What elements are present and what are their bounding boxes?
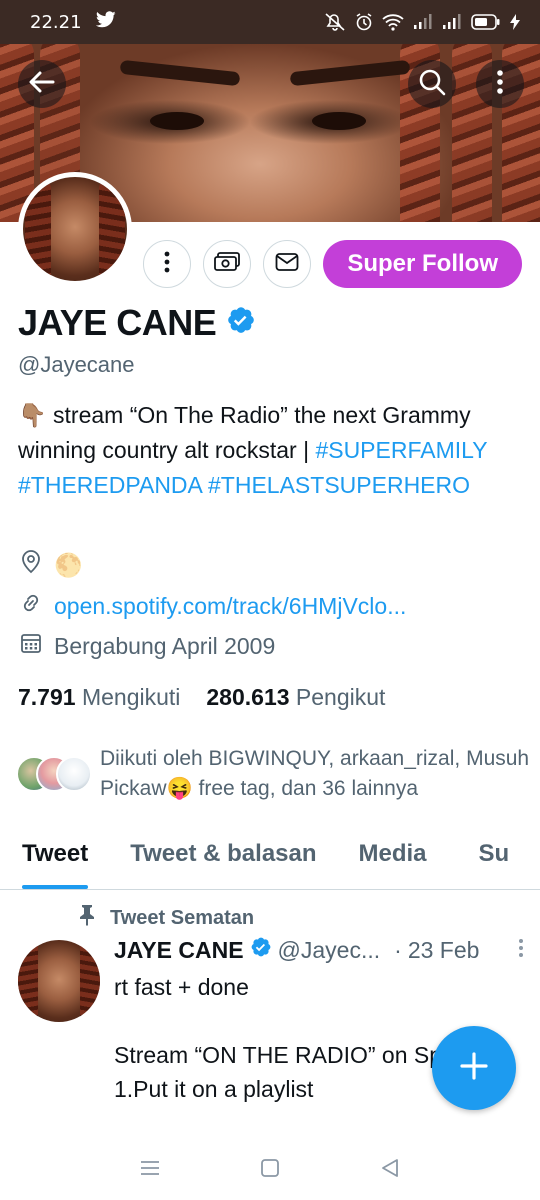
- profile-tabs: Tweet Tweet & balasan Media Su: [0, 826, 540, 890]
- profile-location: 🌕: [20, 550, 83, 580]
- search-icon: [418, 68, 446, 101]
- profile-handle: @Jayecane: [18, 352, 135, 377]
- profile-actions: Super Follow: [143, 240, 522, 288]
- followers-count: 280.613: [206, 684, 290, 710]
- pin-icon: [78, 904, 96, 932]
- mail-icon: [275, 252, 299, 277]
- tweet-author-name[interactable]: JAYE CANE: [114, 937, 244, 964]
- verified-badge-icon: [250, 936, 272, 964]
- location-text: 🌕: [54, 551, 83, 578]
- more-vertical-icon: [518, 937, 524, 963]
- banner-image-detail: [150, 112, 204, 130]
- profile-name: JAYE CANE: [18, 302, 256, 344]
- profile-counts: 7.791 Mengikuti 280.613 Pengikut: [18, 684, 385, 711]
- charging-icon: [510, 14, 520, 30]
- tab-label: Tweet & balasan: [130, 840, 317, 867]
- tweet-header: JAYE CANE @Jayec... · 23 Feb: [114, 936, 524, 964]
- tweet-author-avatar[interactable]: [18, 940, 100, 1022]
- mute-icon: [324, 13, 346, 31]
- bio-emoji: 👇🏽: [18, 402, 47, 428]
- tip-button[interactable]: [203, 240, 252, 288]
- following-link[interactable]: 7.791 Mengikuti: [18, 684, 180, 711]
- tab-label: Media: [358, 840, 427, 867]
- square-icon: [260, 1158, 280, 1182]
- back-button[interactable]: [18, 60, 66, 108]
- follower-avatars: [16, 756, 92, 800]
- tweet-more-button[interactable]: [518, 937, 524, 964]
- pinned-tweet-label: Tweet Sematan: [78, 904, 254, 932]
- tab-label: Tweet: [22, 840, 89, 867]
- status-time: 22.21: [30, 11, 82, 33]
- recent-apps-button[interactable]: [139, 1159, 161, 1182]
- triangle-back-icon: [379, 1158, 401, 1183]
- profile-more-button[interactable]: [143, 240, 192, 288]
- twitter-icon: [95, 11, 116, 33]
- followed-by[interactable]: Diikuti oleh BIGWINQUY, arkaan_rizal, Mu…: [16, 744, 530, 804]
- tweet-date[interactable]: 23 Feb: [408, 937, 480, 964]
- profile-website[interactable]: open.spotify.com/track/6HMjVclo...: [20, 592, 406, 620]
- profile-joined: Bergabung April 2009: [20, 632, 275, 660]
- followers-link[interactable]: 280.613 Pengikut: [206, 684, 385, 711]
- status-bar: 22.21: [0, 0, 540, 44]
- tab-subscriptions[interactable]: Su: [479, 826, 510, 889]
- message-button[interactable]: [263, 240, 312, 288]
- system-navigation-bar: [0, 1140, 540, 1200]
- battery-icon: [471, 14, 501, 30]
- joined-text: Bergabung April 2009: [54, 632, 276, 659]
- location-icon: [20, 550, 42, 580]
- home-button[interactable]: [260, 1158, 280, 1183]
- tweet-author-handle: @Jayec...: [277, 936, 381, 963]
- back-nav-button[interactable]: [379, 1157, 401, 1184]
- banner-image-detail: [312, 112, 366, 130]
- tweet-separator: ·: [394, 936, 402, 963]
- money-icon: [213, 251, 241, 278]
- banner-image-detail: [289, 59, 411, 87]
- search-button[interactable]: [408, 60, 456, 108]
- website-link[interactable]: open.spotify.com/track/6HMjVclo...: [54, 593, 406, 620]
- super-follow-button[interactable]: Super Follow: [323, 240, 522, 288]
- link-icon: [20, 592, 42, 620]
- wifi-icon: [382, 13, 404, 31]
- profile-avatar[interactable]: [18, 172, 132, 286]
- tab-tweet-replies[interactable]: Tweet & balasan: [130, 826, 316, 889]
- menu-icon: [139, 1160, 161, 1181]
- more-vertical-icon: [496, 69, 504, 100]
- tab-tweet[interactable]: Tweet: [22, 826, 89, 889]
- more-vertical-icon: [164, 251, 170, 278]
- followers-label: Pengikut: [295, 684, 386, 710]
- followed-by-text: Diikuti oleh BIGWINQUY, arkaan_rizal, Mu…: [100, 747, 530, 800]
- arrow-left-icon: [29, 71, 55, 98]
- pinned-label-text: Tweet Sematan: [110, 906, 255, 929]
- alarm-icon: [355, 13, 373, 31]
- profile-bio: 👇🏽 stream “On The Radio” the next Grammy…: [18, 398, 518, 503]
- more-options-button[interactable]: [476, 60, 524, 108]
- profile-name-text: JAYE CANE: [18, 302, 217, 343]
- banner-image-detail: [119, 59, 241, 87]
- compose-tweet-button[interactable]: [432, 1026, 516, 1110]
- following-label: Mengikuti: [81, 684, 181, 710]
- signal-icon: [413, 14, 433, 30]
- following-count: 7.791: [18, 684, 76, 710]
- tab-label: Su: [478, 840, 510, 867]
- plus-icon: [459, 1051, 489, 1086]
- verified-badge-icon: [226, 302, 256, 344]
- signal-icon: [442, 14, 462, 30]
- avatar: [56, 756, 92, 792]
- active-tab-indicator: [22, 885, 89, 889]
- calendar-icon: [20, 632, 42, 660]
- tab-media[interactable]: Media: [359, 826, 427, 889]
